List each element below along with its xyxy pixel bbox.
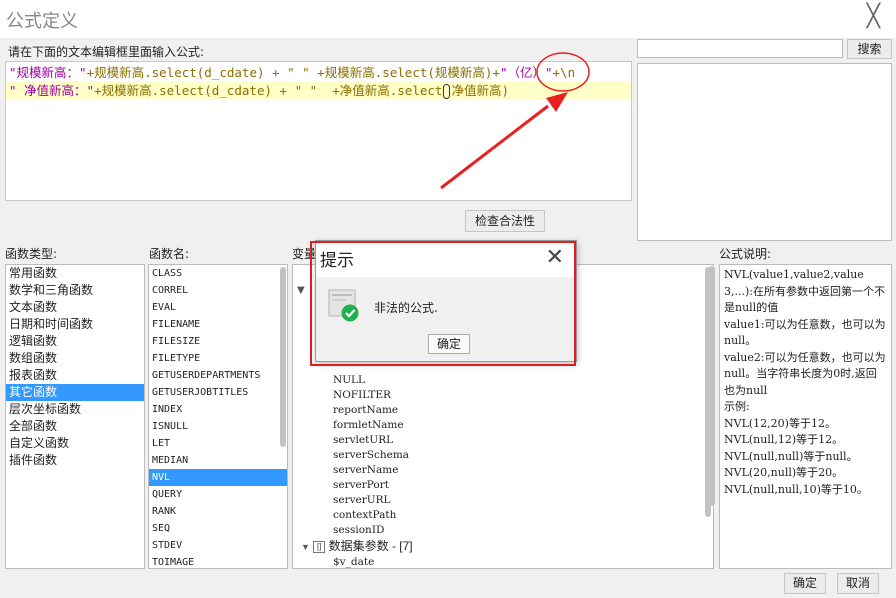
tree-item[interactable]: servletURL: [293, 433, 703, 448]
description-line: NVL(20,null)等于20。: [724, 466, 844, 479]
function-list[interactable]: CLASS CORREL EVAL FILENAME FILESIZE FILETYPE G…: [148, 264, 288, 569]
category-item[interactable]: 数学和三角函数: [6, 282, 144, 299]
category-item[interactable]: 文本函数: [6, 299, 144, 316]
formula-token: +规模新高.select(d_cdate) + " " +规模新高.select…: [86, 65, 500, 80]
editor-line-1: "规模新高："+规模新高.select(d_cdate) + " " +规模新高…: [6, 63, 631, 82]
description-line: NVL(12,20)等于12。: [724, 416, 836, 430]
description-scrollbar[interactable]: [709, 266, 715, 506]
collapse-arrow-icon[interactable]: ▼: [297, 285, 305, 296]
function-item[interactable]: FILESIZE: [149, 333, 287, 350]
description-line: NVL(null,null,10)等于10。: [724, 482, 868, 496]
description-panel: NVL(value1,value2,value3,...):在所有参数中返回第一…: [719, 264, 892, 569]
category-item[interactable]: 报表函数: [6, 367, 144, 384]
description-line: NVL(value1,value2,value3,...):在所有参数中返回第一…: [724, 268, 885, 314]
editor-line-2: " 净值新高："+规模新高.select(d_cdate) + " " +净值新…: [6, 81, 631, 100]
category-item[interactable]: 日期和时间函数: [6, 316, 144, 333]
category-item[interactable]: 自定义函数: [6, 435, 144, 452]
tree-group-label: 数据集参数 - [7]: [328, 539, 413, 553]
tree-item[interactable]: serverName: [293, 463, 703, 478]
editor-prompt: 请在下面的文本编辑框里面输入公式:: [8, 45, 205, 59]
tree-group-dataset-params[interactable]: ▼ [] 数据集参数 - [7]: [293, 538, 703, 555]
dataset-icon: []: [313, 540, 326, 553]
formula-editor[interactable]: "规模新高："+规模新高.select(d_cdate) + " " +规模新高…: [5, 61, 632, 201]
alert-title: 提示: [320, 251, 354, 271]
function-item[interactable]: SEQ: [149, 520, 287, 537]
close-icon[interactable]: ╳: [867, 6, 880, 28]
tree-item[interactable]: reportName: [293, 403, 703, 418]
formula-token: 净值新高): [451, 83, 509, 98]
function-item[interactable]: LET: [149, 435, 287, 452]
tree-item[interactable]: NOFILTER: [293, 388, 703, 403]
function-item[interactable]: MEDIAN: [149, 452, 287, 469]
alert-body: 非法的公式. 确定: [316, 277, 576, 361]
formula-token: "规模新高：": [9, 65, 87, 80]
success-check-icon: [328, 289, 359, 322]
function-item[interactable]: TOIMAGE: [149, 554, 287, 568]
tree-item[interactable]: $v_date: [293, 555, 703, 568]
tree-item[interactable]: NULL: [293, 373, 703, 388]
alert-close-icon[interactable]: ✕: [546, 245, 564, 270]
formula-token: +规模新高.select(d_cdate) + " " +净值新高.select: [94, 83, 443, 98]
category-item[interactable]: 常用函数: [6, 265, 144, 282]
tree-item[interactable]: contextPath: [293, 508, 703, 523]
function-item[interactable]: RANK: [149, 503, 287, 520]
description-label: 公式说明:: [719, 247, 772, 261]
expand-arrow-icon[interactable]: ▼: [301, 542, 310, 552]
category-item[interactable]: 其它函数: [6, 384, 144, 401]
description-line: value1:可以为任意数，也可以为null。: [724, 317, 886, 348]
category-item[interactable]: 逻辑函数: [6, 333, 144, 350]
category-list[interactable]: 常用函数 数学和三角函数 文本函数 日期和时间函数 逻辑函数 数组函数 报表函数 其它函数 层次…: [5, 264, 145, 569]
alert-dialog: 提示 ✕ 非法的公式. 确定: [315, 240, 577, 362]
formula-token: " 净值新高：": [9, 83, 95, 98]
variable-label: 变量: [292, 247, 317, 261]
function-item[interactable]: NVL: [149, 469, 287, 486]
tree-item[interactable]: sessionID: [293, 523, 703, 538]
formula-token: "（亿）": [499, 65, 553, 80]
function-item[interactable]: FILENAME: [149, 316, 287, 333]
description-line: NVL(null,12)等于12。: [724, 433, 844, 446]
category-label: 函数类型:: [5, 247, 58, 261]
ok-button[interactable]: 确定: [784, 573, 826, 594]
search-button[interactable]: 搜索: [847, 39, 892, 59]
function-item[interactable]: GETUSERDEPARTMENTS: [149, 367, 287, 384]
tree-item[interactable]: serverURL: [293, 493, 703, 508]
cancel-button[interactable]: 取消: [837, 573, 879, 594]
description-text: NVL(value1,value2,value3,...):在所有参数中返回第一…: [720, 265, 891, 500]
function-item[interactable]: FILETYPE: [149, 350, 287, 367]
search-input[interactable]: [637, 39, 843, 58]
tree-item[interactable]: serverSchema: [293, 448, 703, 463]
function-item[interactable]: GETUSERJOBTITLES: [149, 384, 287, 401]
formula-token: +\n: [552, 65, 576, 80]
category-item[interactable]: 数组函数: [6, 350, 144, 367]
function-item[interactable]: QUERY: [149, 486, 287, 503]
function-item[interactable]: STDEV: [149, 537, 287, 554]
description-line: NVL(null,null)等于null。: [724, 449, 858, 463]
tree-item[interactable]: serverPort: [293, 478, 703, 493]
function-item[interactable]: INDEX: [149, 401, 287, 418]
window-title: 公式定义: [6, 11, 78, 32]
category-item[interactable]: 插件函数: [6, 452, 144, 469]
search-results-panel[interactable]: [637, 63, 892, 241]
description-line: value2:可以为任意数，也可以为null。当字符串长度为0时,返回也为nul…: [724, 350, 886, 397]
tree-item[interactable]: formletName: [293, 418, 703, 433]
title-bar: 公式定义 ╳: [0, 0, 896, 38]
function-list-scrollbar[interactable]: [280, 267, 286, 447]
check-validity-button[interactable]: 检查合法性: [465, 210, 545, 232]
function-item[interactable]: CORREL: [149, 282, 287, 299]
function-item[interactable]: CLASS: [149, 265, 287, 282]
description-line: 示例:: [724, 400, 750, 413]
alert-ok-button[interactable]: 确定: [428, 334, 470, 354]
text-caret: [443, 84, 451, 99]
function-label: 函数名:: [149, 247, 190, 261]
function-item[interactable]: ISNULL: [149, 418, 287, 435]
function-item[interactable]: EVAL: [149, 299, 287, 316]
category-item[interactable]: 层次坐标函数: [6, 401, 144, 418]
category-item[interactable]: 全部函数: [6, 418, 144, 435]
alert-message: 非法的公式.: [374, 301, 438, 315]
